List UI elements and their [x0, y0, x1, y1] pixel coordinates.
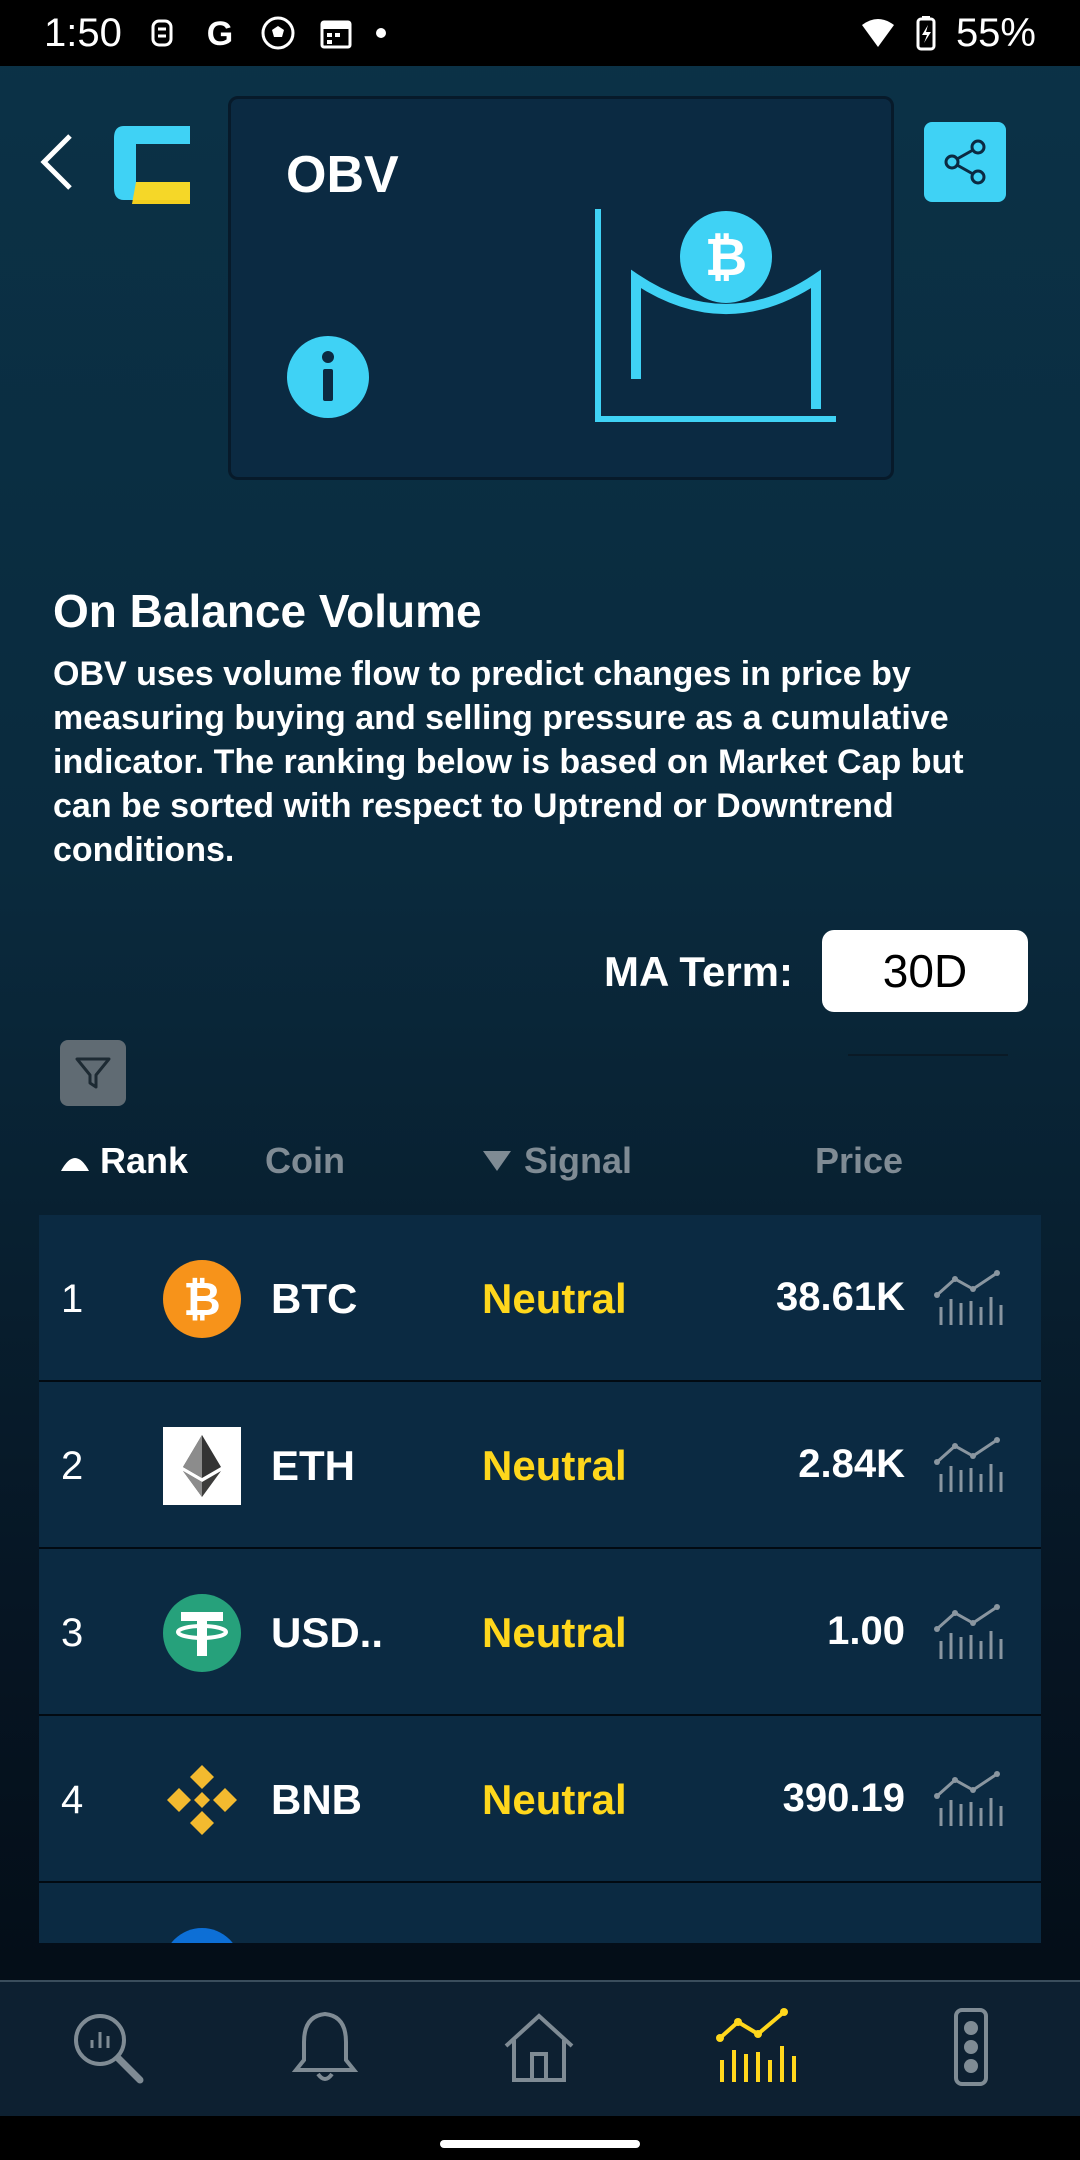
analytics-search-icon[interactable]: [62, 2002, 152, 2092]
home-icon[interactable]: [494, 2002, 584, 2092]
row-signal: Neutral: [482, 1275, 627, 1322]
bitcoin-icon: ₿: [163, 1260, 241, 1338]
column-header-price[interactable]: Price: [815, 1140, 903, 1182]
filter-button[interactable]: [60, 1040, 126, 1106]
coin-icon: [171, 1928, 233, 1943]
sort-down-icon: [483, 1151, 511, 1171]
bitcoin-volume-icon: ₿: [595, 209, 836, 422]
chevron-left-icon[interactable]: [36, 130, 80, 194]
bell-icon[interactable]: [280, 2002, 370, 2092]
dot-icon: [375, 28, 386, 38]
indicator-card: OBV ₿: [228, 96, 894, 480]
table-row[interactable]: 1 ₿ BTC Neutral 38.61K: [39, 1215, 1041, 1382]
row-symbol: ETH: [271, 1442, 355, 1489]
row-price: 390.19: [782, 1776, 905, 1820]
battery-percent: 55%: [955, 10, 1036, 55]
column-header-signal[interactable]: Signal: [480, 1140, 632, 1182]
status-bar: 1:50 G 55%: [0, 0, 1080, 66]
column-header-coin[interactable]: Coin: [265, 1140, 345, 1182]
ma-term-label: MA Term:: [604, 948, 793, 995]
row-price: 1.00: [827, 1609, 905, 1653]
chart-icon[interactable]: [933, 1434, 1005, 1494]
svg-text:G: G: [207, 15, 233, 51]
share-icon: [944, 139, 986, 185]
row-rank: 2: [61, 1444, 84, 1488]
table-row[interactable]: [39, 1883, 1041, 1943]
row-symbol: BNB: [271, 1776, 362, 1823]
table-row[interactable]: 3 USD.. Neutral 1.00: [39, 1549, 1041, 1716]
table-row[interactable]: 2 ETH Neutral 2.84K: [39, 1382, 1041, 1549]
indicator-chart-icon[interactable]: [712, 2002, 802, 2092]
row-price: 38.61K: [776, 1275, 905, 1319]
home-gesture-handle[interactable]: [440, 2140, 640, 2148]
app-logo: [114, 126, 190, 204]
row-symbol: USD..: [271, 1609, 384, 1656]
card-title: OBV: [286, 146, 399, 204]
column-header-signal-label: Signal: [524, 1140, 633, 1181]
svg-text:₿: ₿: [183, 1273, 221, 1325]
traffic-light-icon[interactable]: [926, 2002, 1016, 2092]
chart-icon[interactable]: [933, 1267, 1005, 1327]
bnb-icon: [167, 1765, 237, 1835]
divider: [848, 1054, 1008, 1056]
wifi-icon: [861, 19, 894, 47]
column-header-rank[interactable]: Rank: [58, 1140, 188, 1182]
ma-term-select[interactable]: 30D: [822, 930, 1028, 1012]
row-rank: 1: [61, 1277, 84, 1321]
gesture-bar: [0, 2116, 1080, 2160]
status-time: 1:50: [44, 10, 122, 55]
coin-table: 1 ₿ BTC Neutral 38.61K 2 ETH Neutral 2.8…: [39, 1215, 1041, 1943]
svg-text:₿: ₿: [705, 229, 747, 287]
row-price: 2.84K: [798, 1442, 905, 1486]
soccer-icon: [261, 16, 295, 50]
section-description: OBV uses volume flow to predict changes …: [53, 655, 964, 869]
section-title: On Balance Volume: [53, 585, 482, 637]
row-signal: Neutral: [482, 1776, 627, 1823]
chart-icon[interactable]: [933, 1601, 1005, 1661]
column-header-rank-label: Rank: [100, 1140, 189, 1181]
bottom-nav: [0, 1980, 1080, 2116]
row-rank: 4: [61, 1778, 84, 1822]
info-icon[interactable]: [286, 335, 370, 419]
battery-icon: [916, 16, 936, 51]
sort-up-icon: [61, 1158, 89, 1171]
chart-icon[interactable]: [933, 1768, 1005, 1828]
share-button[interactable]: [924, 122, 1006, 202]
notification-icon: [151, 19, 173, 47]
filter-icon: [75, 1057, 111, 1089]
row-symbol: BTC: [271, 1275, 358, 1322]
table-row[interactable]: 4 BNB Neutral 390.19: [39, 1716, 1041, 1883]
google-icon: G: [207, 15, 233, 51]
row-rank: 3: [61, 1611, 84, 1655]
row-signal: Neutral: [482, 1442, 627, 1489]
row-signal: Neutral: [482, 1609, 627, 1656]
ethereum-icon: [163, 1427, 241, 1505]
tether-icon: [163, 1594, 241, 1672]
calendar-icon: [320, 20, 352, 49]
